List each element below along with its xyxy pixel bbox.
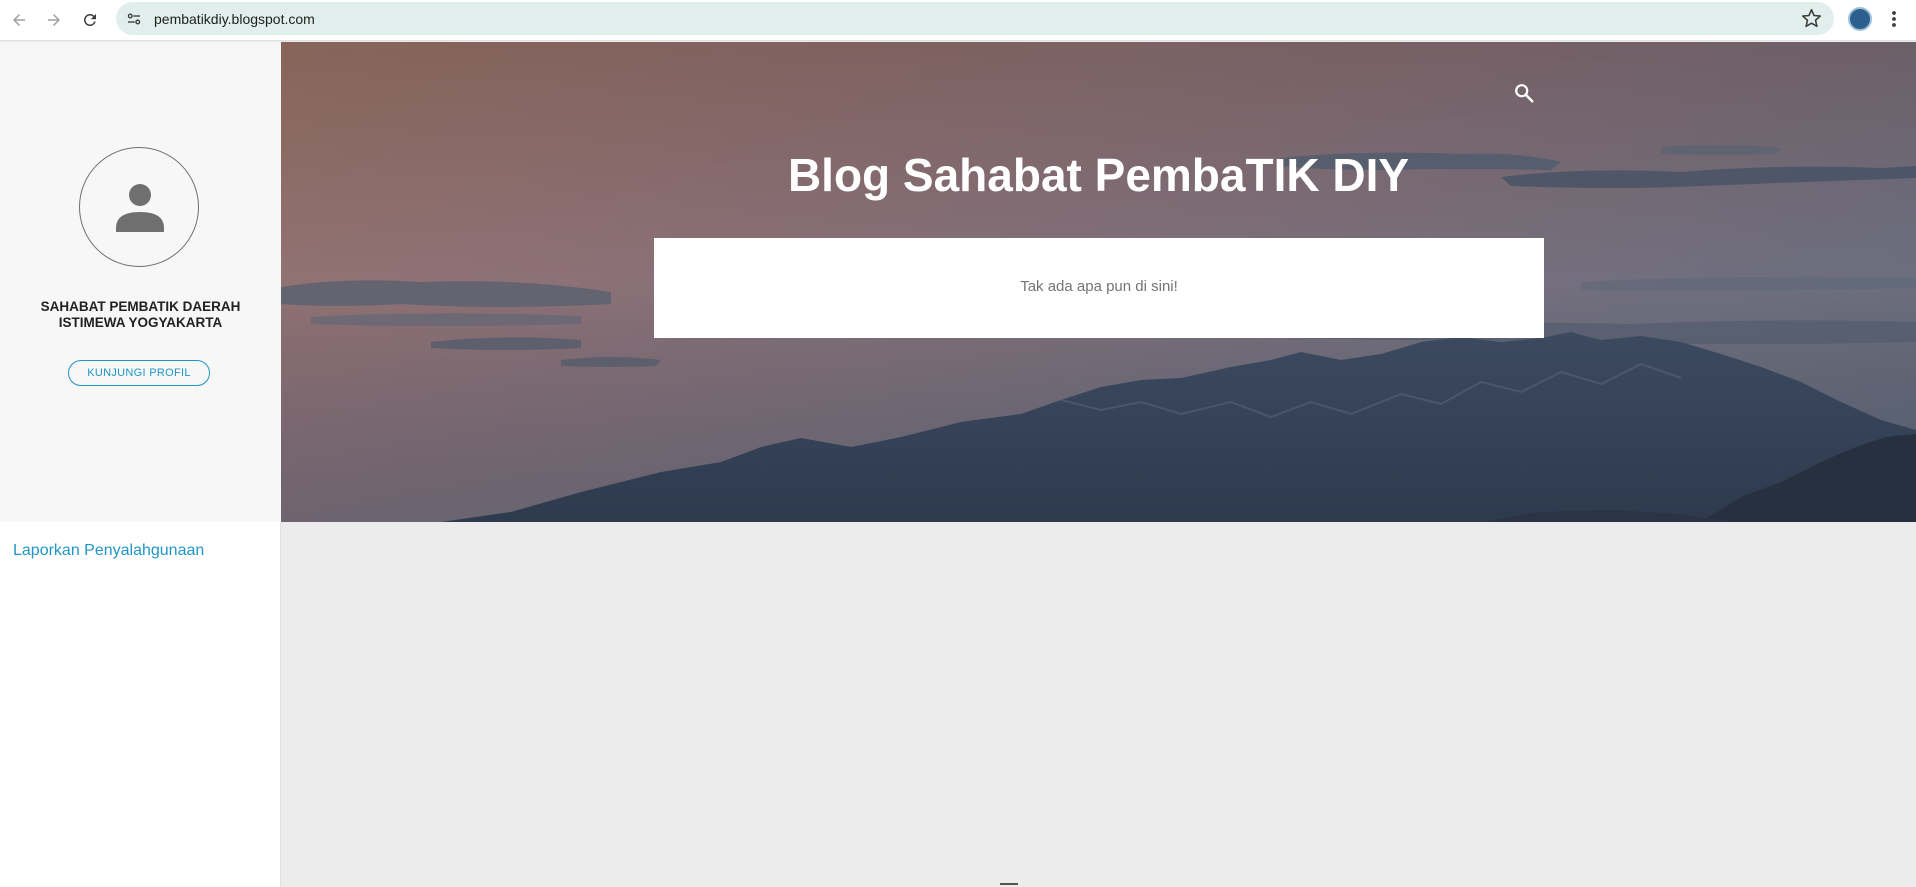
blog-header: Blog Sahabat PembaTIK DIY Tak ada apa pu…	[281, 42, 1916, 522]
url-text[interactable]: pembatikdiy.blogspot.com	[154, 11, 315, 27]
bookmark-star-icon[interactable]	[1801, 8, 1822, 29]
site-settings-icon[interactable]	[125, 10, 143, 28]
sidebar-links: Laporkan Penyalahgunaan	[0, 522, 281, 887]
profile-avatar[interactable]	[1848, 7, 1872, 31]
menu-kebab-icon[interactable]	[1886, 7, 1902, 31]
empty-message: Tak ada apa pun di sini!	[1020, 278, 1178, 295]
profile-sidebar: SAHABAT PEMBATIK DAERAH ISTIMEWA YOGYAKA…	[0, 42, 281, 522]
arrow-left-icon	[13, 14, 25, 26]
back-button[interactable]	[5, 6, 33, 34]
scroll-indicator	[1000, 883, 1018, 885]
blog-title[interactable]: Blog Sahabat PembaTIK DIY	[281, 148, 1916, 202]
empty-posts-card: Tak ada apa pun di sini!	[654, 238, 1544, 338]
person-icon	[116, 184, 164, 232]
report-abuse-link[interactable]: Laporkan Penyalahgunaan	[13, 542, 204, 560]
search-icon[interactable]	[1513, 82, 1535, 104]
address-bar[interactable]: pembatikdiy.blogspot.com	[116, 2, 1834, 35]
reload-icon	[83, 13, 96, 26]
profile-name[interactable]: SAHABAT PEMBATIK DAERAH ISTIMEWA YOGYAKA…	[0, 299, 281, 331]
profile-avatar-image[interactable]	[79, 147, 199, 267]
browser-toolbar: pembatikdiy.blogspot.com	[0, 0, 1916, 41]
forward-button[interactable]	[40, 6, 68, 34]
blog-title-text[interactable]: Blog Sahabat PembaTIK DIY	[788, 148, 1409, 202]
visit-profile-button[interactable]: KUNJUNGI PROFIL	[68, 360, 210, 386]
arrow-right-icon	[48, 14, 60, 26]
reload-button[interactable]	[76, 6, 104, 34]
